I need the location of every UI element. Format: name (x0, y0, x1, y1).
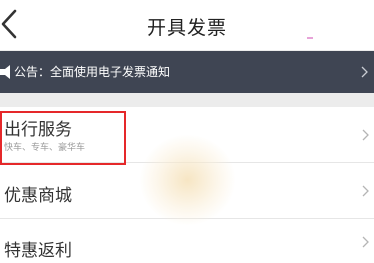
list-item-special-rebate[interactable]: 特惠返利 (0, 219, 374, 263)
light-glare (140, 135, 235, 225)
decorative-mark (307, 37, 313, 39)
page-title: 开具发票 (146, 17, 227, 39)
item-title: 优惠商城 (4, 186, 72, 206)
highlight-box (0, 111, 126, 165)
speaker-icon (0, 65, 10, 79)
chevron-right-icon (362, 129, 369, 141)
header-bar: 开具发票 (0, 0, 374, 50)
notice-text: 公告：全面使用电子发票通知 (14, 65, 171, 79)
chevron-right-icon (362, 236, 369, 248)
item-title: 特惠返利 (4, 241, 72, 261)
chevron-right-icon (362, 185, 369, 197)
chevron-right-icon (361, 66, 368, 78)
notice-banner[interactable]: 公告：全面使用电子发票通知 (0, 51, 374, 93)
